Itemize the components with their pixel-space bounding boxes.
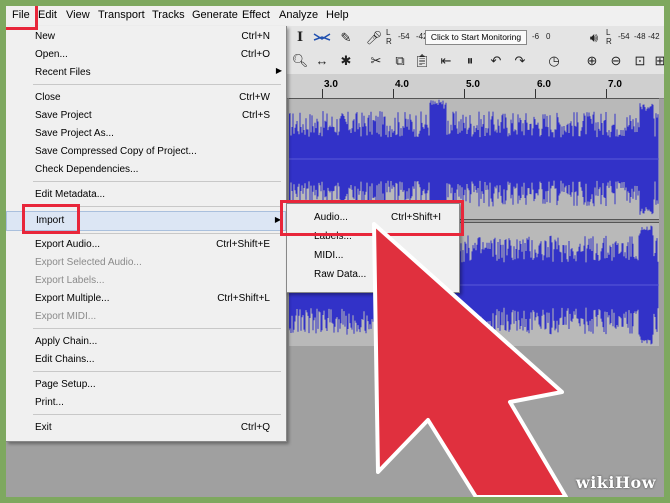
pointer-arrow-icon [372, 222, 568, 497]
audacity-window: File Edit View Transport Tracks Generate… [6, 6, 664, 497]
wikihow-watermark: wikiHow [575, 473, 656, 492]
